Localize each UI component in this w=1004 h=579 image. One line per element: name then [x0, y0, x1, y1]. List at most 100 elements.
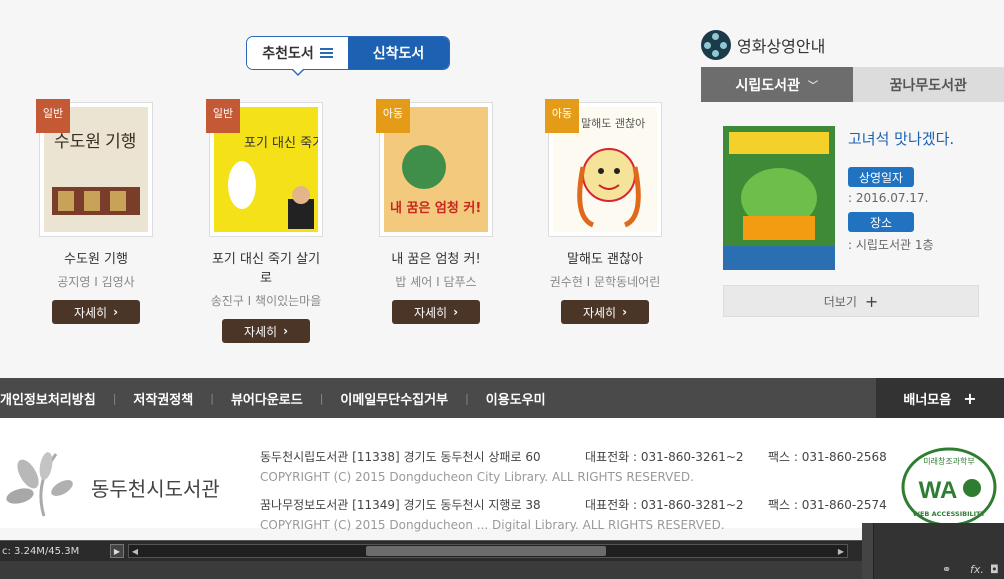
- book-detail-button[interactable]: 자세히 ›: [561, 300, 649, 324]
- chevron-down-icon: ﹀: [807, 81, 818, 92]
- cover-title: 포기 대신 죽기 살기로: [244, 136, 318, 151]
- wa-bottom-text: WEB ACCESSIBILITY: [913, 510, 986, 518]
- chevron-right-icon: ›: [113, 305, 119, 319]
- banner-collection-button[interactable]: 배너모음 +: [876, 378, 1004, 418]
- book-detail-label: 자세히: [73, 305, 108, 320]
- banner-label: 배너모음: [903, 392, 952, 408]
- link-icon[interactable]: ⚭: [942, 563, 951, 576]
- category-badge: 일반: [36, 99, 70, 133]
- movie-more-label: 더보기: [823, 294, 857, 309]
- org-name: 동두천시도서관: [91, 477, 220, 501]
- poster-art: [723, 126, 835, 270]
- book-card: 일반 수도원 기행 수도원 기행 공지영 I 김영사 자세히 ›: [36, 99, 156, 324]
- footer-nav-items: 개인정보처리방침 | 저작권정책 | 뷰어다운로드 | 이메일무단수집거부 | …: [0, 378, 563, 418]
- movie-more-button[interactable]: 더보기 +: [723, 285, 979, 317]
- book-meta: 공지영 I 김영사: [57, 275, 135, 289]
- chevron-right-icon: ›: [283, 324, 289, 338]
- place-label: 장소: [848, 212, 914, 232]
- place-value: : 시립도서관 1층: [848, 238, 934, 252]
- scroll-left-icon[interactable]: ◀: [129, 545, 141, 557]
- footer-link-copyright[interactable]: 저작권정책: [116, 389, 210, 408]
- date-label: 상영일자: [848, 167, 914, 187]
- book-card: 아동 내 꿈은 엄청 커! 내 꿈은 엄청 커! 밥 셰어 I 담푸스 자세히 ›: [376, 99, 496, 324]
- scrollbar-thumb[interactable]: [366, 546, 606, 556]
- cover-title: 내 꿈은 엄청 커!: [390, 200, 481, 216]
- book-detail-button[interactable]: 자세히 ›: [392, 300, 480, 324]
- chevron-right-icon: ›: [622, 305, 628, 319]
- book-card: 일반 포기 대신 죽기 살기로 포기 대신 죽기 살기로 송진구 I 책이있는마…: [206, 99, 326, 343]
- tab-city-library[interactable]: 시립도서관 ﹀: [701, 67, 853, 102]
- library-address: 꿈나무정보도서관 [11349] 경기도 동두천시 지행로 38: [260, 498, 541, 512]
- category-badge: 아동: [376, 99, 410, 133]
- list-icon: [319, 48, 333, 58]
- memory-readout: c: 3.24M/45.3M: [2, 545, 80, 557]
- library-fax: 팩스 : 031-860-2574: [768, 498, 887, 512]
- footer-link-email-policy[interactable]: 이메일무단수집거부: [323, 389, 465, 408]
- book-title[interactable]: 포기 대신 죽기 살기로: [206, 248, 326, 286]
- fx-icon[interactable]: fx.: [970, 563, 984, 576]
- chevron-right-icon: ›: [453, 305, 459, 319]
- movie-title[interactable]: 고녀석 맛나겠다.: [848, 128, 954, 149]
- tab-new-label: 신착도서: [372, 46, 425, 62]
- tab-new[interactable]: 신착도서: [348, 37, 449, 69]
- library-fax: 팩스 : 031-860-2568: [768, 450, 887, 464]
- date-value: : 2016.07.17.: [848, 191, 929, 205]
- tab-kkumnamu-library-label: 꿈나무도서관: [889, 77, 967, 94]
- book-tabs: 추천도서 신착도서: [246, 36, 450, 70]
- category-badge: 아동: [545, 99, 579, 133]
- library-phone: 대표전화 : 031-860-3281~2: [585, 498, 744, 512]
- book-detail-button[interactable]: 자세히 ›: [52, 300, 140, 324]
- tab-kkumnamu-library[interactable]: 꿈나무도서관: [852, 67, 1004, 102]
- play-icon[interactable]: ▶: [110, 544, 124, 558]
- movie-heading-text: 영화상영안내: [737, 37, 826, 56]
- footer-nav: 개인정보처리방침 | 저작권정책 | 뷰어다운로드 | 이메일무단수집거부 | …: [0, 378, 1004, 418]
- web-accessibility-badge: 미래창조과학부 WA WEB ACCESSIBILITY: [901, 447, 997, 527]
- library-phone: 대표전화 : 031-860-3261~2: [585, 450, 744, 464]
- book-title[interactable]: 말해도 괜찮아: [545, 248, 665, 267]
- plus-icon: +: [864, 291, 879, 311]
- horizontal-scrollbar[interactable]: ◀ ▶: [128, 544, 848, 558]
- tab-recommended-label: 추천도서: [262, 46, 314, 62]
- footer-link-help[interactable]: 이용도우미: [469, 389, 563, 408]
- book-cover[interactable]: 일반 수도원 기행: [36, 99, 153, 237]
- movie-poster[interactable]: [723, 126, 835, 270]
- plus-icon: +: [963, 388, 977, 408]
- book-detail-label: 자세히: [243, 324, 278, 339]
- side-panel: ⚭ fx. ◘: [862, 523, 1004, 579]
- book-title[interactable]: 내 꿈은 엄청 커!: [376, 248, 496, 267]
- book-title[interactable]: 수도원 기행: [36, 248, 156, 267]
- footer-link-viewer[interactable]: 뷰어다운로드: [214, 389, 320, 408]
- vertical-scrollbar[interactable]: [862, 523, 874, 579]
- book-card: 아동 말해도 괜찮아 말해도 괜찮아 권수현 I 문학동네어린 자세히 ›: [545, 99, 665, 324]
- scroll-right-icon[interactable]: ▶: [835, 545, 847, 557]
- copyright: COPYRIGHT (C) 2015 Dongducheon ... Digit…: [260, 518, 725, 532]
- book-cover[interactable]: 일반 포기 대신 죽기 살기로: [206, 99, 323, 237]
- page-root: { "book_tabs": {"recommended": "추천도서", "…: [0, 0, 1004, 579]
- category-badge: 일반: [206, 99, 240, 133]
- book-detail-button[interactable]: 자세히 ›: [222, 319, 310, 343]
- wa-mark: WA: [919, 477, 958, 504]
- tab-recommended[interactable]: 추천도서: [247, 37, 348, 69]
- book-meta: 송진구 I 책이있는마을: [210, 294, 322, 308]
- lower-panel: [0, 561, 862, 579]
- tab-pointer-inner: [292, 68, 304, 74]
- library-address: 동두천시립도서관 [11338] 경기도 동두천시 상패로 60: [260, 450, 541, 464]
- footer-info: 동두천시도서관 동두천시립도서관 [11338] 경기도 동두천시 상패로 60…: [0, 418, 1004, 532]
- movie-heading: 영화상영안내: [701, 30, 825, 60]
- tab-city-library-label: 시립도서관: [735, 77, 800, 94]
- footer-link-privacy[interactable]: 개인정보처리방침: [0, 389, 113, 408]
- book-meta: 권수현 I 문학동네어린: [549, 275, 661, 289]
- book-cover[interactable]: 아동 말해도 괜찮아: [545, 99, 662, 237]
- film-reel-icon: [701, 30, 731, 60]
- wa-top-text: 미래창조과학부: [923, 456, 975, 466]
- book-meta: 밥 셰어 I 담푸스: [395, 275, 477, 289]
- cover-title: 말해도 괜찮아: [581, 116, 645, 130]
- book-detail-label: 자세히: [582, 305, 617, 320]
- layer-icon[interactable]: ◘: [990, 563, 999, 576]
- status-bar: c: 3.24M/45.3M ▶ ◀ ▶: [0, 540, 862, 561]
- library-logo-icon: [6, 452, 73, 517]
- book-detail-label: 자세히: [413, 305, 448, 320]
- cover-title: 수도원 기행: [54, 132, 136, 151]
- copyright: COPYRIGHT (C) 2015 Dongducheon City Libr…: [260, 470, 694, 484]
- book-cover[interactable]: 아동 내 꿈은 엄청 커!: [376, 99, 493, 237]
